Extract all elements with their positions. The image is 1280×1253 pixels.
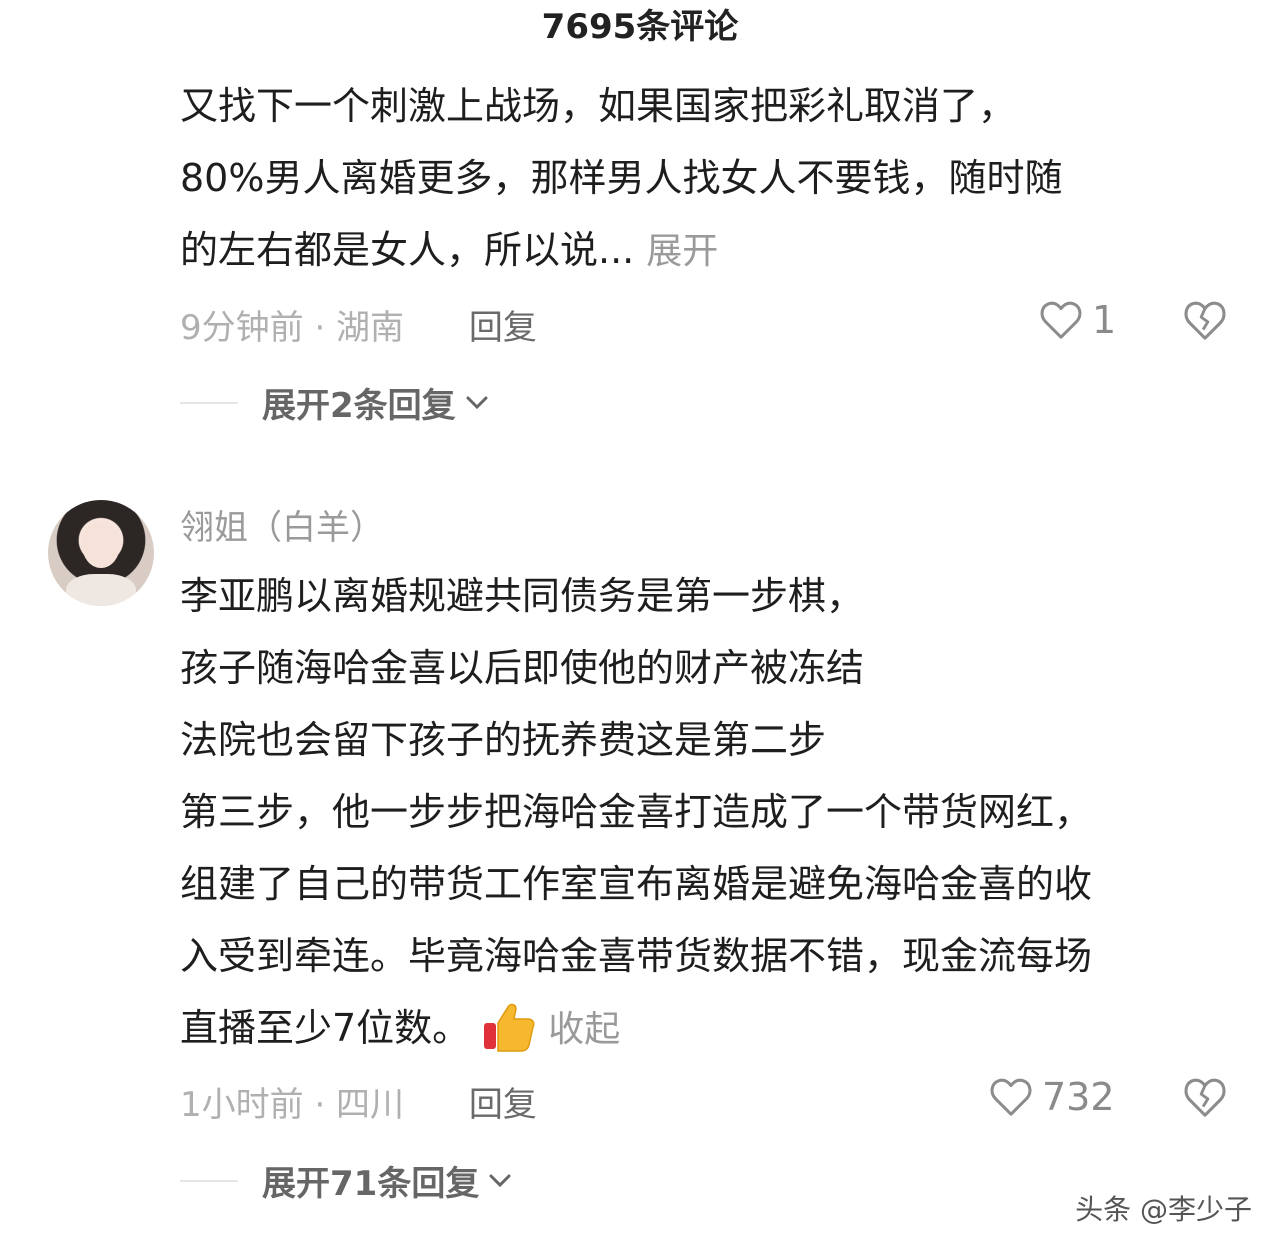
- avatar-face: [82, 522, 120, 568]
- comment-2-line: 入受到牵连。毕竟海哈金喜带货数据不错，现金流每场: [180, 934, 1093, 978]
- comment-1-reply-button[interactable]: 回复: [469, 308, 537, 348]
- comment-1-line-text: 的左右都是女人，所以说...: [180, 228, 635, 272]
- comment-1-partial-line: 又找下一个刺激上战场，如果国家把彩礼取消了，: [180, 84, 1017, 128]
- comment-1-expand-replies[interactable]: 展开2条回复: [180, 378, 490, 427]
- comment-2-username[interactable]: 翎姐（白羊）: [180, 500, 384, 549]
- comment-1-line: 80%男人离婚更多，那样男人找女人不要钱，随时随: [180, 156, 1063, 200]
- comment-1-meta: 9分钟前 · 湖南 回复: [180, 300, 537, 349]
- broken-heart-icon: [1184, 301, 1226, 340]
- comment-2-dislike-button[interactable]: [1182, 1075, 1228, 1123]
- collapse-comment-link[interactable]: 收起: [548, 1009, 620, 1050]
- expand-replies-label: 展开71条回复: [262, 1164, 480, 1204]
- heart-icon: [990, 1078, 1032, 1116]
- comment-2-line: 李亚鹏以离婚规避共同债务是第一步棋，: [180, 574, 865, 618]
- avatar-body: [66, 574, 136, 606]
- avatar[interactable]: [48, 500, 154, 606]
- broken-heart-icon: [1184, 1078, 1226, 1117]
- comment-1-dislike-button[interactable]: [1182, 298, 1228, 346]
- comment-2-like-button[interactable]: 732: [988, 1075, 1115, 1119]
- comment-2-line: 直播至少7位数。 收起: [180, 992, 1092, 1064]
- comment-1-like-button[interactable]: 1: [1038, 298, 1116, 342]
- heart-icon: [1040, 301, 1082, 339]
- comment-2-text: 李亚鹏以离婚规避共同债务是第一步棋， 孩子随海哈金喜以后即使他的财产被冻结 法院…: [180, 560, 1092, 1064]
- divider: [180, 401, 238, 404]
- chevron-down-icon: [466, 396, 488, 409]
- comment-2-like-count: 732: [1042, 1075, 1115, 1119]
- comment-2-line: 法院也会留下孩子的抚养费这是第二步: [180, 718, 827, 762]
- comment-2-line: 组建了自己的带货工作室宣布离婚是避免海哈金喜的收: [180, 862, 1093, 906]
- comment-1-line: 的左右都是女人，所以说... 展开: [180, 214, 1062, 286]
- comment-2-expand-replies[interactable]: 展开71条回复: [180, 1156, 513, 1205]
- comment-1-text: 又找下一个刺激上战场，如果国家把彩礼取消了， 80%男人离婚更多，那样男人找女人…: [180, 70, 1062, 286]
- chevron-down-icon: [489, 1174, 511, 1187]
- expand-comment-link[interactable]: 展开: [646, 231, 718, 272]
- thumbs-up-emoji-icon: [484, 1003, 535, 1052]
- comment-1-like-count: 1: [1092, 298, 1117, 342]
- comment-count-title: 7695条评论: [541, 7, 739, 47]
- comments-header: 7695条评论: [0, 0, 1280, 54]
- divider: [180, 1179, 238, 1182]
- comment-2-line-text: 直播至少7位数。: [180, 1006, 471, 1050]
- comment-2-time-location: 1小时前 · 四川: [180, 1085, 405, 1125]
- watermark: 头条 @李少子: [1075, 1193, 1252, 1226]
- comment-2-line: 孩子随海哈金喜以后即使他的财产被冻结: [180, 646, 865, 690]
- comment-1-time-location: 9分钟前 · 湖南: [180, 308, 405, 348]
- comment-2-line: 第三步，他一步步把海哈金喜打造成了一个带货网红，: [180, 790, 1093, 834]
- comment-2-reply-button[interactable]: 回复: [469, 1085, 537, 1125]
- comment-2-meta: 1小时前 · 四川 回复: [180, 1077, 537, 1126]
- expand-replies-label: 展开2条回复: [262, 386, 456, 426]
